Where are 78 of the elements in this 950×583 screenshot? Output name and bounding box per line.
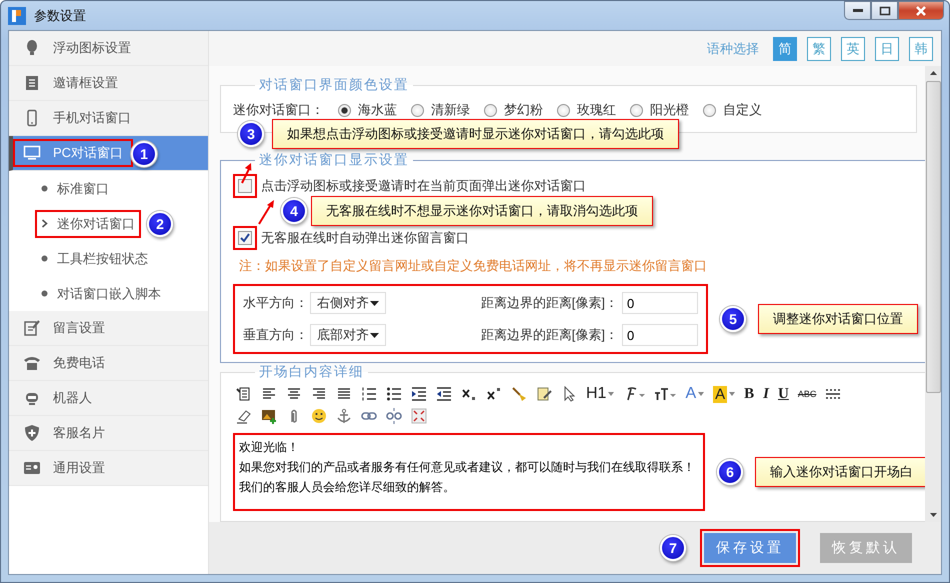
heading-dropdown[interactable]: H1 — [585, 384, 616, 404]
radio-option[interactable]: 梦幻粉 — [484, 101, 543, 119]
underline-button[interactable]: U — [777, 384, 790, 404]
step-number-badge: 6 — [717, 459, 743, 485]
input-field[interactable]: 0 — [622, 292, 698, 314]
caret-icon — [608, 392, 614, 396]
field-label: 迷你对话窗口： — [233, 101, 324, 119]
radio-option[interactable]: 阳光橙 — [630, 101, 689, 119]
scroll-down-icon[interactable] — [930, 513, 936, 517]
field-label: 距离边界的距离[像素]： — [480, 294, 618, 312]
bullet-icon — [41, 185, 48, 192]
caret-icon — [698, 392, 704, 396]
window-title: 参数设置 — [34, 6, 86, 24]
shield-icon — [23, 424, 41, 442]
field-label: 距离边界的距离[像素]： — [480, 326, 618, 344]
doc-icon — [23, 74, 41, 92]
close-icon — [915, 6, 927, 16]
text-editor[interactable]: 欢迎光临！ 如果您对我们的产品或者服务有任何意见或者建议，都可以随时与我们在线取得联系！ 我们的客服人员会给您详尽细致的解答。 — [233, 433, 705, 511]
input-field[interactable]: 0 — [622, 324, 698, 346]
section-title: 对话窗口界面颜色设置 — [258, 76, 410, 94]
radio-option[interactable]: 自定义 — [703, 101, 762, 119]
language-label: 语种选择 — [707, 40, 759, 58]
strikethrough-button[interactable]: ABC — [796, 384, 818, 404]
callout-note: 调整迷你对话窗口位置 — [758, 304, 918, 334]
note-icon — [23, 319, 41, 337]
caret-icon — [370, 300, 379, 306]
anchor-icon[interactable] — [335, 406, 353, 426]
maximize-icon — [878, 6, 890, 16]
chevron-icon — [41, 219, 48, 228]
app-logo-icon — [8, 6, 26, 24]
sidebar-item[interactable]: 浮动图标设置 — [9, 31, 208, 66]
sidebar-item[interactable]: 通用设置 — [9, 451, 208, 486]
sidebar-item[interactable]: 手机对话窗口 — [9, 101, 208, 136]
radio-option[interactable]: 玫瑰红 — [557, 101, 616, 119]
section-title: 开场白内容详细 — [258, 363, 365, 381]
select-field[interactable]: 底部对齐 — [310, 324, 386, 346]
caret-icon — [370, 332, 379, 338]
scrollbar[interactable] — [925, 66, 941, 522]
smiley-icon[interactable] — [310, 406, 328, 426]
radio-option[interactable]: 海水蓝 — [338, 101, 397, 119]
checkbox[interactable] — [238, 231, 252, 245]
checkbox[interactable] — [238, 179, 252, 193]
select-field[interactable]: 右侧对齐 — [310, 292, 386, 314]
italic-button[interactable]: I — [762, 384, 770, 404]
checkbox-label: 点击浮动图标或接受邀请时在当前页面弹出迷你对话窗口 — [261, 177, 586, 195]
callout-note: 输入迷你对话窗口开场白 — [755, 457, 925, 487]
caret-icon — [729, 392, 736, 396]
sidebar-item[interactable]: 留言设置 — [9, 311, 208, 346]
step-number-badge: 3 — [238, 121, 264, 147]
radio-option[interactable]: 清新绿 — [411, 101, 470, 119]
bold-button[interactable]: B — [743, 384, 756, 404]
fullscreen-icon[interactable] — [410, 406, 428, 426]
bullet-icon — [41, 290, 48, 297]
close-button[interactable] — [898, 1, 944, 20]
field-label: 水平方向： — [243, 294, 308, 312]
arrow — [258, 200, 274, 225]
sidebar-item[interactable]: 邀请框设置 — [9, 66, 208, 101]
step-number-badge: 4 — [281, 198, 307, 224]
minimize-button[interactable] — [844, 1, 871, 20]
unlink-icon[interactable] — [385, 406, 403, 426]
note-text: 注：如果设置了自定义留言网址或自定义免费电话网址，将不再显示迷你留言窗口 — [239, 257, 708, 275]
step-number-badge: 7 — [660, 535, 686, 561]
minimize-icon — [852, 9, 862, 12]
card-icon — [23, 459, 41, 477]
step-number-badge: 5 — [720, 306, 746, 332]
checkbox-label: 无客服在线时自动弹出迷你留言窗口 — [261, 229, 469, 247]
callout-note: 如果想点击浮动图标或接受邀请时显示迷你对话窗口，请勾选此项 — [272, 119, 679, 149]
scroll-up-icon[interactable] — [930, 71, 936, 75]
field-label: 垂直方向： — [243, 326, 308, 344]
section-title: 迷你对话窗口显示设置 — [258, 151, 410, 169]
font-color-dropdown[interactable]: A — [684, 384, 706, 404]
sidebar-item[interactable]: 客服名片 — [9, 416, 208, 451]
maximize-button[interactable] — [871, 1, 898, 20]
sidebar-item[interactable]: 免费电话 — [9, 346, 208, 381]
bullet-icon — [41, 255, 48, 262]
callout-note: 无客服在线时不想显示迷你对话窗口，请取消勾选此项 — [311, 196, 653, 226]
monitor-icon — [23, 144, 41, 162]
sidebar-item[interactable]: 机器人 — [9, 381, 208, 416]
